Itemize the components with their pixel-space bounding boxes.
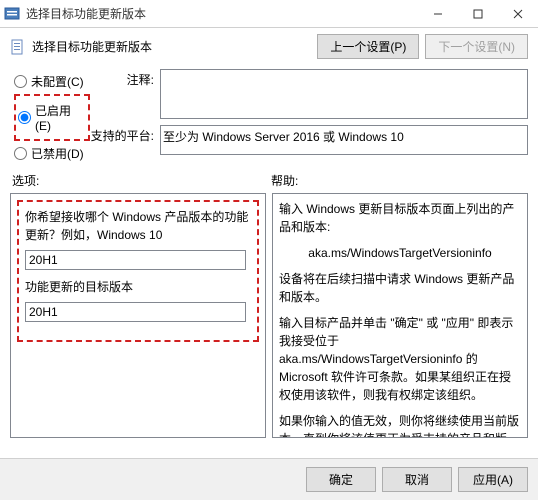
help-link: aka.ms/WindowsTargetVersioninfo — [279, 244, 521, 262]
apply-button[interactable]: 应用(A) — [458, 467, 528, 492]
dialog-button-bar: 确定 取消 应用(A) — [0, 458, 538, 500]
next-setting-button[interactable]: 下一个设置(N) — [425, 34, 528, 59]
app-icon — [4, 6, 20, 22]
titlebar: 选择目标功能更新版本 — [0, 0, 538, 28]
help-text-4: 如果你输入的值无效，则你将继续使用当前版本，直到你将该值更正为受支持的产品和版本… — [279, 412, 521, 438]
radio-not-configured-label: 未配置(C) — [31, 73, 84, 90]
ok-button[interactable]: 确定 — [306, 467, 376, 492]
radio-not-configured[interactable]: 未配置(C) — [14, 73, 90, 90]
subheader: 选择目标功能更新版本 上一个设置(P) 下一个设置(N) — [10, 34, 528, 59]
help-text-2: 设备将在后续扫描中请求 Windows 更新产品和版本。 — [279, 270, 521, 306]
radio-enabled[interactable]: 已启用(E) — [18, 102, 86, 133]
radio-disabled-label: 已禁用(D) — [31, 145, 84, 162]
comment-textarea[interactable] — [160, 69, 528, 119]
emphasis-options: 你希望接收哪个 Windows 产品版本的功能更新？例如，Windows 10 … — [17, 200, 259, 342]
radio-disabled-input[interactable] — [14, 147, 27, 160]
previous-setting-button[interactable]: 上一个设置(P) — [317, 34, 419, 59]
radio-not-configured-input[interactable] — [14, 75, 27, 88]
window-title: 选择目标功能更新版本 — [26, 5, 418, 22]
option-product-label: 你希望接收哪个 Windows 产品版本的功能更新？例如，Windows 10 — [25, 208, 251, 244]
help-text-3: 输入目标产品并单击 "确定" 或 "应用" 即表示我接受位于 aka.ms/Wi… — [279, 314, 521, 404]
maximize-button[interactable] — [458, 0, 498, 28]
help-section-label: 帮助: — [269, 172, 528, 189]
option-target-version-input[interactable] — [25, 302, 246, 322]
supported-on-textarea: 至少为 Windows Server 2016 或 Windows 10 — [160, 125, 528, 155]
radio-disabled[interactable]: 已禁用(D) — [14, 145, 90, 162]
help-pane: 输入 Windows 更新目标版本页面上列出的产品和版本: aka.ms/Win… — [272, 193, 528, 438]
policy-icon — [10, 39, 26, 55]
options-section-label: 选项: — [10, 172, 269, 189]
option-target-version-label: 功能更新的目标版本 — [25, 278, 251, 296]
options-pane: 你希望接收哪个 Windows 产品版本的功能更新？例如，Windows 10 … — [10, 193, 266, 438]
minimize-button[interactable] — [418, 0, 458, 28]
policy-title: 选择目标功能更新版本 — [32, 38, 317, 55]
radio-enabled-label: 已启用(E) — [35, 102, 86, 133]
option-product-input[interactable] — [25, 250, 246, 270]
emphasis-enabled: 已启用(E) — [14, 94, 90, 141]
close-button[interactable] — [498, 0, 538, 28]
cancel-button[interactable]: 取消 — [382, 467, 452, 492]
help-text-1: 输入 Windows 更新目标版本页面上列出的产品和版本: — [279, 200, 521, 236]
comment-label: 注释: — [90, 69, 160, 119]
supported-on-label: 支持的平台: — [90, 125, 160, 155]
state-radio-group: 未配置(C) 已启用(E) 已禁用(D) — [10, 69, 90, 166]
radio-enabled-input[interactable] — [18, 111, 31, 124]
window-controls — [418, 0, 538, 28]
